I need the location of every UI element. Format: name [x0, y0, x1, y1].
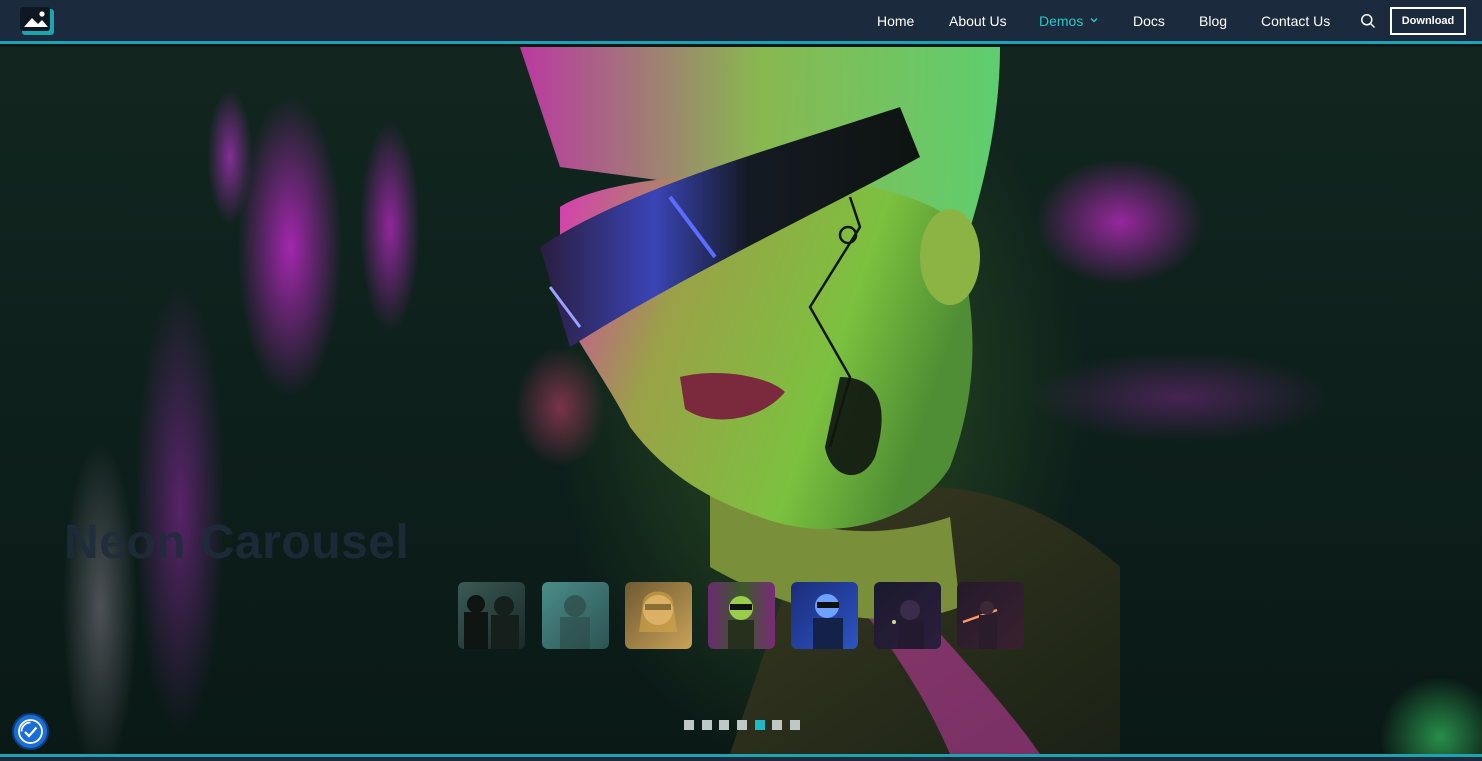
accessibility-button[interactable]: [12, 713, 49, 750]
nav-about-link[interactable]: About Us: [949, 13, 1007, 29]
hero-carousel: Neon Carousel: [0, 47, 1482, 754]
accessibility-icon: [18, 719, 43, 744]
image-logo-icon[interactable]: [20, 7, 56, 37]
hero-title: Neon Carousel: [64, 516, 410, 569]
pagination-dot-2[interactable]: [702, 720, 712, 730]
bottom-accent-bar: [0, 754, 1482, 761]
nav-home-link[interactable]: Home: [877, 13, 914, 29]
nav-demos-link[interactable]: Demos: [1039, 13, 1083, 29]
top-navbar: Home About Us Demos Docs Blog Contact Us…: [0, 0, 1482, 44]
pagination-dot-6[interactable]: [772, 720, 782, 730]
pagination-dot-3[interactable]: [719, 720, 729, 730]
pagination-dot-5[interactable]: [755, 720, 765, 730]
thumbnail-4[interactable]: [708, 582, 775, 649]
thumbnail-3[interactable]: [625, 582, 692, 649]
chevron-down-icon[interactable]: [1089, 15, 1099, 25]
nav-contact-link[interactable]: Contact Us: [1261, 13, 1330, 29]
pagination-dot-4[interactable]: [737, 720, 747, 730]
thumbnail-strip: [458, 582, 1028, 650]
pagination-dot-1[interactable]: [684, 720, 694, 730]
thumbnail-1[interactable]: [458, 582, 525, 649]
pagination-dot-7[interactable]: [790, 720, 800, 730]
thumbnail-7[interactable]: [957, 582, 1024, 649]
thumbnail-6[interactable]: [874, 582, 941, 649]
nav-docs-link[interactable]: Docs: [1133, 13, 1165, 29]
nav-blog-link[interactable]: Blog: [1199, 13, 1227, 29]
search-icon[interactable]: [1360, 13, 1376, 29]
carousel-pagination: [684, 720, 804, 730]
thumbnail-2[interactable]: [542, 582, 609, 649]
thumbnail-5[interactable]: [791, 582, 858, 649]
download-button[interactable]: Download: [1390, 7, 1466, 35]
